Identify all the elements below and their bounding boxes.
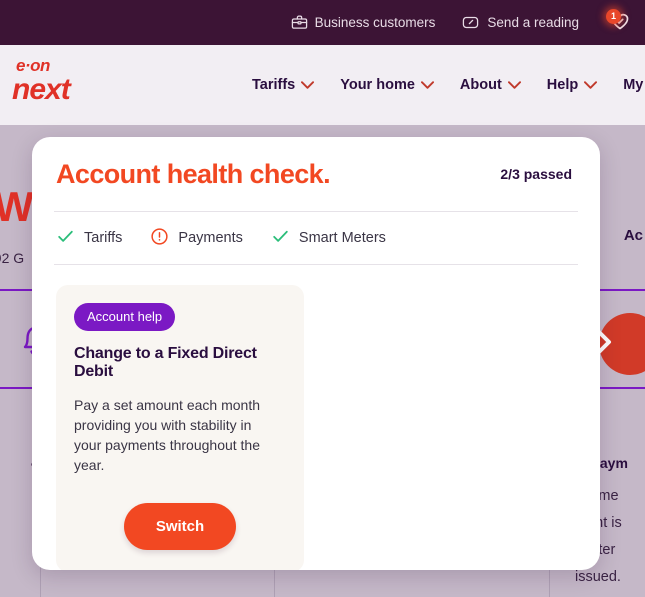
status-item-tariffs[interactable]: Tariffs: [56, 227, 122, 250]
alert-circle-icon: [150, 227, 169, 250]
nav-label-help: Help: [546, 77, 579, 93]
nav-item-about[interactable]: About: [460, 77, 521, 93]
nav-label-my-account: My: [623, 77, 644, 93]
nav-label-your-home: Your home: [340, 77, 415, 93]
send-a-reading-label: Send a reading: [487, 15, 579, 30]
account-help-badge[interactable]: Account help: [74, 303, 176, 331]
status-label-smart-meters: Smart Meters: [298, 230, 386, 246]
status-item-payments[interactable]: Payments: [150, 227, 243, 250]
nav-items: Tariffs Your home About Help My: [252, 45, 643, 125]
check-icon: [56, 227, 75, 250]
status-label-payments: Payments: [178, 230, 243, 246]
main-nav-bar: e·on next Tariffs Your home About Help M…: [0, 45, 645, 125]
meter-icon: [461, 14, 480, 31]
status-badge: 2/3 passed: [500, 166, 572, 182]
offer-card: Account help Change to a Fixed Direct De…: [56, 285, 304, 570]
status-item-smart-meters[interactable]: Smart Meters: [271, 227, 386, 250]
nav-item-my-account[interactable]: My: [623, 77, 643, 93]
nav-item-your-home[interactable]: Your home: [340, 77, 434, 93]
nav-label-about: About: [459, 77, 502, 93]
chevron-down-icon: [507, 77, 521, 93]
offer-description: Pay a set amount each month providing yo…: [74, 397, 261, 473]
chevron-down-icon: [301, 77, 315, 93]
eon-next-logo[interactable]: e·on next: [12, 57, 107, 109]
switch-button[interactable]: Switch: [123, 503, 237, 550]
offer-title: Change to a Fixed Direct Debit: [74, 345, 257, 380]
notification-badge: 1: [606, 8, 621, 24]
business-customers-label: Business customers: [314, 15, 436, 30]
offer-cta-wrap: Switch: [74, 503, 286, 550]
check-icon: [271, 227, 290, 250]
account-health-check-modal: Account health check. 2/3 passed Tariffs: [32, 137, 600, 570]
app-root: Business customers Send a reading 1 e·on…: [0, 0, 645, 597]
logo-line-eon: e·on: [16, 56, 50, 75]
logo-line-next: next: [12, 73, 71, 106]
chevron-down-icon: [584, 77, 598, 93]
utility-bar: Business customers Send a reading 1: [0, 0, 645, 45]
modal-header: Account health check. 2/3 passed: [32, 137, 600, 211]
briefcase-icon: [291, 14, 308, 31]
business-customers-link[interactable]: Business customers: [291, 14, 436, 31]
nav-item-help[interactable]: Help: [546, 77, 598, 93]
background-account-label: Ac: [623, 227, 643, 244]
background-subheading: 192 G: [0, 250, 25, 266]
status-row: Tariffs Payments Smart Meters: [32, 212, 600, 264]
page-title: Account health check.: [56, 158, 331, 189]
status-label-tariffs: Tariffs: [84, 230, 123, 246]
chevron-down-icon: [420, 77, 434, 93]
nav-label-tariffs: Tariffs: [252, 77, 296, 93]
nav-item-tariffs[interactable]: Tariffs: [252, 77, 315, 93]
send-a-reading-link[interactable]: Send a reading: [461, 14, 579, 31]
health-check-heart-button[interactable]: 1: [605, 8, 635, 38]
modal-body: Account help Change to a Fixed Direct De…: [32, 265, 600, 570]
